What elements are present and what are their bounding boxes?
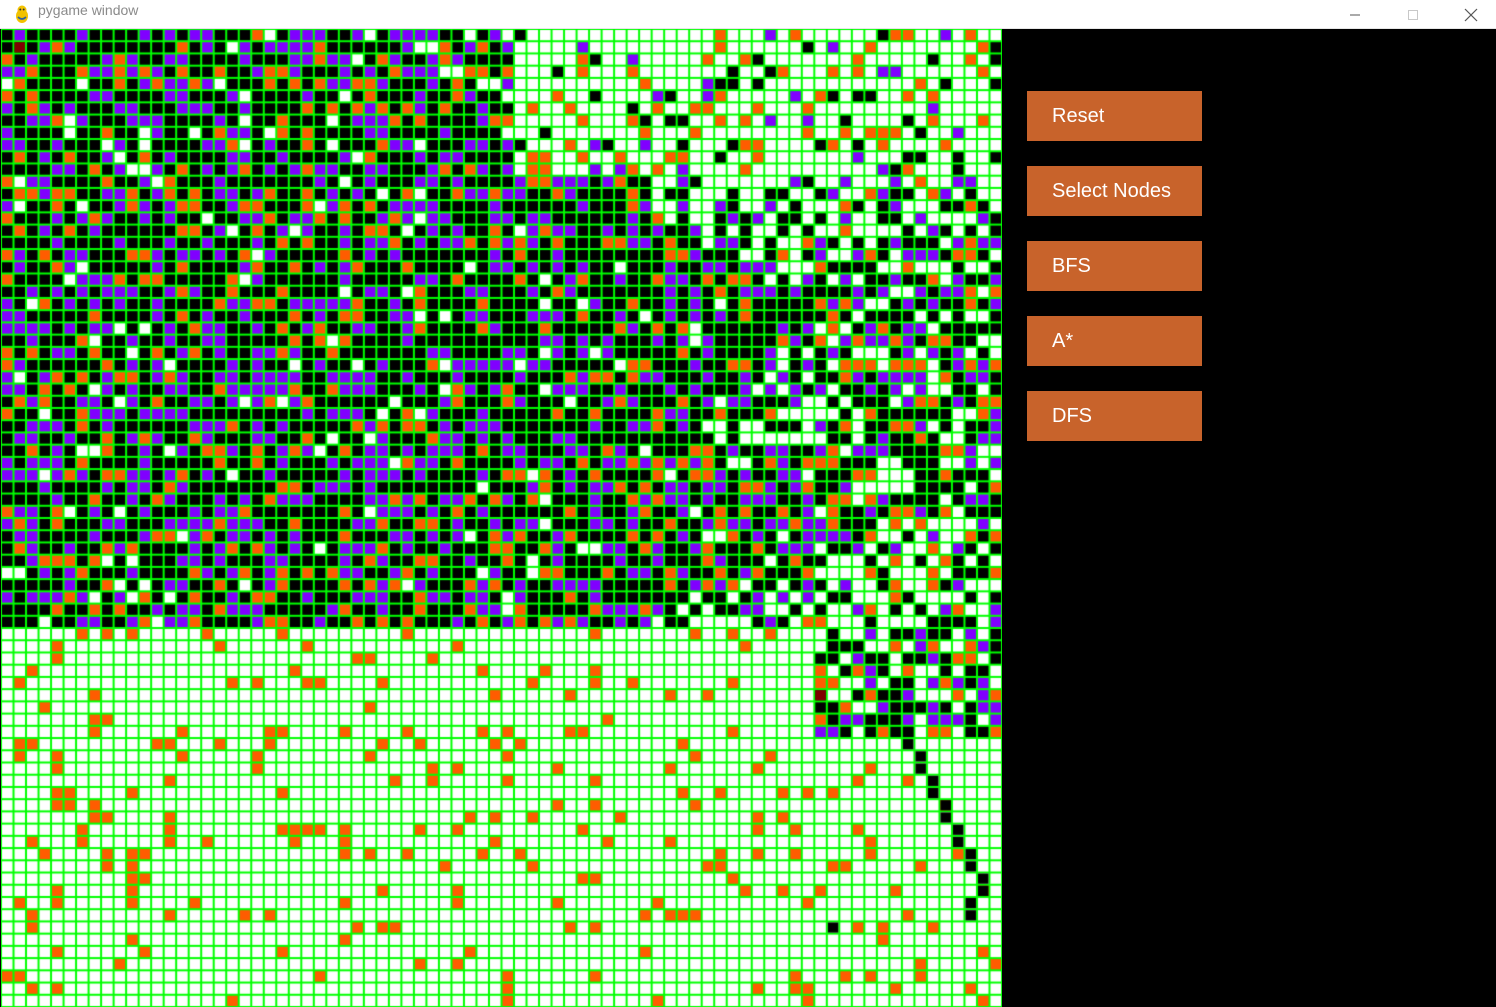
select-nodes-button[interactable]: Select Nodes (1027, 166, 1202, 216)
window-title: pygame window (38, 2, 139, 18)
title-bar[interactable]: pygame window (0, 0, 1496, 29)
reset-button[interactable]: Reset (1027, 91, 1202, 141)
maximize-icon (1408, 9, 1418, 20)
maximize-button[interactable] (1390, 0, 1436, 29)
pygame-snake-icon (16, 5, 28, 23)
close-button[interactable] (1448, 0, 1494, 29)
dfs-button[interactable]: DFS (1027, 391, 1202, 441)
close-icon (1464, 8, 1478, 21)
minimize-button[interactable] (1332, 0, 1378, 29)
astar-button[interactable]: A* (1027, 316, 1202, 366)
bfs-button[interactable]: BFS (1027, 241, 1202, 291)
minimize-icon (1350, 14, 1360, 15)
pathfinding-grid[interactable] (1, 29, 1002, 1007)
